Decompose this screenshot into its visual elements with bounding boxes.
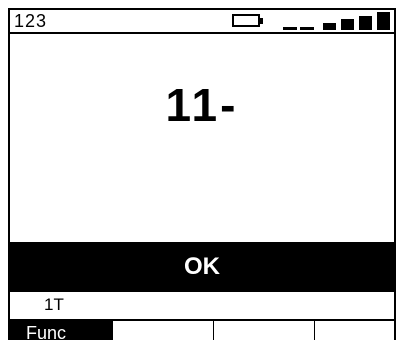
function-key-bar: Func [10,319,394,340]
signal-bar [283,27,297,30]
status-bar: OK [10,242,394,292]
battery-icon [232,14,260,27]
func-key-button[interactable]: Func [10,321,112,340]
signal-bar [300,27,314,30]
instrument-display: 123 11- OK 1T Func [8,8,396,340]
topbar-number: 123 [14,11,48,31]
signal-bar [341,19,354,30]
signal-bar [359,16,372,30]
top-status-bar: 123 [10,10,394,34]
battery-tip-icon [260,18,263,24]
signal-bar [377,12,390,30]
signal-bar [323,23,336,30]
status-label: OK [184,253,220,280]
function-key-4-button[interactable] [314,321,394,340]
sub-label: 1T [44,295,64,314]
function-key-3-button[interactable] [213,321,314,340]
main-reading-value: 11- [165,79,239,131]
signal-strength-icon [283,12,391,30]
function-key-2-button[interactable] [112,321,213,340]
